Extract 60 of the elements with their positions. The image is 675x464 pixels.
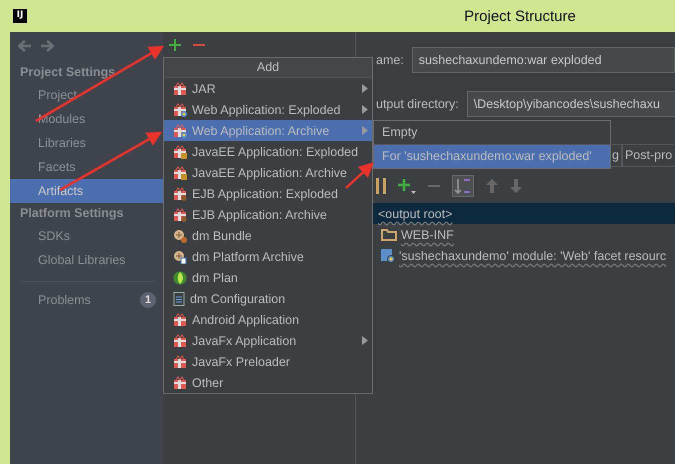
sidebar-item[interactable]: Project — [10, 83, 163, 107]
sort-icon[interactable] — [452, 175, 474, 197]
sidebar-item[interactable]: Artifacts — [10, 179, 163, 203]
package-icon — [173, 376, 187, 390]
menu-item[interactable]: EJB Application: Exploded — [164, 183, 372, 204]
package-icon — [173, 334, 187, 348]
menu-item[interactable]: Other — [164, 372, 372, 393]
folder-icon — [381, 228, 397, 241]
menu-item[interactable]: dm Configuration — [164, 288, 372, 309]
library-icon[interactable] — [376, 178, 386, 194]
section-heading: Platform Settings — [19, 205, 124, 222]
name-label: ame: — [376, 53, 404, 67]
package-icon — [173, 102, 187, 116]
window-title: Project Structure — [463, 8, 577, 24]
package-icon — [173, 186, 187, 200]
app-logo: IJ — [13, 9, 27, 23]
bundle-icon — [173, 250, 187, 264]
package-icon — [173, 312, 187, 326]
menu-item[interactable]: JavaFx Preloader — [164, 351, 372, 372]
menu-item[interactable]: JavaEE Application: Archive — [164, 162, 372, 183]
package-icon — [173, 208, 187, 222]
package-icon — [173, 144, 187, 158]
down-arrow-icon[interactable] — [510, 179, 522, 193]
globe-icon — [173, 270, 187, 284]
menu-item[interactable]: Empty — [374, 121, 610, 144]
up-arrow-icon[interactable] — [486, 179, 498, 193]
annotation-arrow — [345, 162, 374, 189]
package-icon — [173, 354, 187, 368]
tab[interactable]: Post-pro — [622, 144, 674, 166]
tree-label: WEB-INF — [401, 228, 454, 242]
problem-count: 1 — [140, 292, 156, 308]
menu-item[interactable]: Web Application: Exploded — [164, 99, 372, 120]
back-arrow-icon[interactable] — [18, 40, 32, 52]
menu-item[interactable]: JAR — [164, 78, 372, 99]
menu-item[interactable]: Android Application — [164, 309, 372, 330]
bundle-icon — [173, 228, 187, 242]
package-icon — [173, 82, 187, 96]
problems-item[interactable]: Problems — [38, 293, 91, 307]
tree-label: <output root> — [378, 206, 452, 220]
sidebar-item[interactable]: Global Libraries — [10, 248, 163, 272]
module-icon — [381, 248, 395, 262]
name-field[interactable]: sushechaxundemo:war exploded — [412, 47, 675, 73]
forward-arrow-icon[interactable] — [40, 40, 54, 52]
add-icon[interactable] — [169, 39, 181, 51]
document-icon — [173, 292, 185, 306]
menu-title: Add — [164, 58, 372, 78]
tree-label: 'sushechaxundemo' module: 'Web' facet resourc — [399, 248, 666, 262]
sidebar-item[interactable]: SDKs — [10, 224, 163, 248]
tab[interactable]: g — [612, 144, 622, 166]
package-icon — [173, 124, 187, 138]
section-heading: Project Settings — [19, 64, 116, 81]
sidebar-item[interactable]: Libraries — [10, 131, 163, 155]
sidebar-item[interactable]: Facets — [10, 155, 163, 179]
menu-item[interactable]: dm Plan — [164, 267, 372, 288]
menu-item[interactable]: JavaFx Application — [164, 330, 372, 351]
output-directory-field[interactable]: \Desktop\yibancodes\sushechaxu — [466, 91, 675, 117]
output-directory-label: utput directory: — [376, 97, 459, 111]
add-icon[interactable] — [398, 178, 416, 194]
menu-item[interactable]: JavaEE Application: Exploded — [164, 141, 372, 162]
package-icon — [173, 166, 187, 180]
